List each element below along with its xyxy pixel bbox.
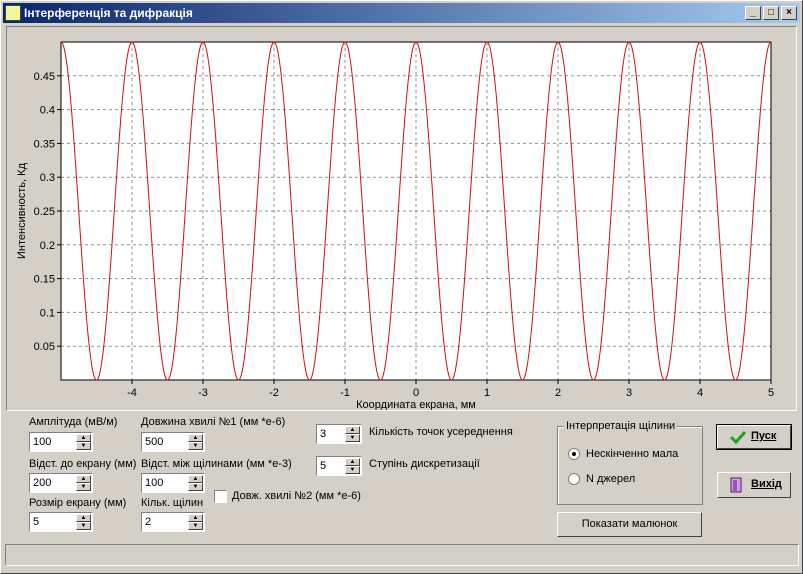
y-tick-label: 0.05 <box>34 341 55 353</box>
spin-down-icon[interactable]: ▼ <box>188 442 203 450</box>
y-tick-label: 0.3 <box>40 172 55 184</box>
exit-label: Вихід <box>751 478 782 490</box>
close-button[interactable]: × <box>781 6 797 20</box>
slit-group-title: Інтерпретація щілини <box>564 420 678 432</box>
spin-up-icon[interactable]: ▲ <box>188 475 203 483</box>
slit-count-label: Кільк. щілин <box>141 497 204 509</box>
slit-count-spinner[interactable]: 2 ▲ ▼ <box>141 512 205 532</box>
wavelength2-label: Довж. хвилі №2 (мм *е-6) <box>232 490 361 502</box>
spin-up-icon[interactable]: ▲ <box>345 426 360 434</box>
slit-distance-value: 100 <box>145 477 164 489</box>
x-tick-label: 0 <box>413 387 419 399</box>
x-tick-label: 3 <box>626 387 632 399</box>
minimize-button[interactable]: _ <box>745 6 761 20</box>
spin-down-icon[interactable]: ▼ <box>76 442 91 450</box>
x-tick-label: 2 <box>555 387 561 399</box>
slit-distance-spinner[interactable]: 100 ▲ ▼ <box>141 473 205 493</box>
amplitude-label: Амплітуда (мВ/м) <box>29 416 118 428</box>
app-icon <box>5 5 21 21</box>
y-axis-label: Интенсивность, Кд <box>16 162 28 259</box>
amplitude-value: 100 <box>33 436 52 448</box>
spin-down-icon[interactable]: ▼ <box>76 522 91 530</box>
x-tick-label: -3 <box>198 387 208 399</box>
wavelength2-checkbox[interactable] <box>214 490 227 503</box>
spin-up-icon[interactable]: ▲ <box>76 514 91 522</box>
window-title: Інтерференція та дифракція <box>24 6 193 20</box>
slit-interpretation-group: Інтерпретація щілини Нескінченно мала N … <box>557 420 703 505</box>
show-picture-button[interactable]: Показати малюнок <box>557 512 702 537</box>
y-tick-label: 0.35 <box>34 138 55 150</box>
wavelength1-label: Довжина хвилі №1 (мм *е-6) <box>141 416 286 428</box>
radio-n-sources[interactable] <box>568 473 580 485</box>
title-bar[interactable]: Інтерференція та дифракція _ □ × <box>3 3 800 23</box>
main-window: Інтерференція та дифракція _ □ × 0.05 0.1… <box>0 0 803 574</box>
distance-screen-label: Відст. до екрану (мм) <box>29 458 137 470</box>
discretization-label: Ступінь дискретизації <box>369 458 480 470</box>
spin-up-icon[interactable]: ▲ <box>188 514 203 522</box>
y-tick-label: 0.15 <box>34 274 55 286</box>
amplitude-spinner[interactable]: 100 ▲ ▼ <box>29 432 93 452</box>
checkmark-icon <box>730 430 746 444</box>
y-tick-label: 0.45 <box>34 71 55 83</box>
distance-screen-spinner[interactable]: 200 ▲ ▼ <box>29 473 93 493</box>
screen-size-spinner[interactable]: 5 ▲ ▼ <box>29 512 93 532</box>
slit-count-value: 2 <box>145 516 152 528</box>
spin-up-icon[interactable]: ▲ <box>76 475 91 483</box>
screen-size-value: 5 <box>33 516 40 528</box>
radio-infinitely-small-label: Нескінченно мала <box>586 448 679 460</box>
screen-size-label: Розмір екрану (мм) <box>29 497 127 509</box>
slit-distance-label: Відст. між щілинами (мм *е-3) <box>141 458 292 470</box>
y-tick-label: 0.4 <box>40 105 55 117</box>
chart-panel: 0.05 0.1 0.15 0.2 0.25 0.3 0.35 0.4 0.45 -4 -3 -2 -1… <box>6 26 797 411</box>
x-tick-label: -4 <box>127 387 137 399</box>
status-bar <box>5 544 799 566</box>
distance-screen-value: 200 <box>33 477 52 489</box>
exit-button[interactable]: Вихід <box>717 472 791 498</box>
avg-points-value: 3 <box>320 428 327 440</box>
spin-up-icon[interactable]: ▲ <box>188 434 203 442</box>
y-tick-label: 0.25 <box>34 206 55 218</box>
x-axis-label: Координата екрана, мм <box>356 399 476 410</box>
intensity-chart: 0.05 0.1 0.15 0.2 0.25 0.3 0.35 0.4 0.45 -4 -3 -2 -1… <box>16 41 774 411</box>
spin-down-icon[interactable]: ▼ <box>345 434 360 442</box>
x-tick-label: 5 <box>768 387 774 399</box>
spin-up-icon[interactable]: ▲ <box>76 434 91 442</box>
door-exit-icon <box>730 477 742 493</box>
radio-n-sources-label: N джерел <box>586 473 636 485</box>
spin-down-icon[interactable]: ▼ <box>188 522 203 530</box>
wavelength1-spinner[interactable]: 500 ▲ ▼ <box>141 432 205 452</box>
maximize-button[interactable]: □ <box>763 6 779 20</box>
y-tick-label: 0.1 <box>40 307 55 319</box>
x-tick-label: 1 <box>484 387 490 399</box>
discretization-spinner[interactable]: 5 ▲ ▼ <box>316 456 362 476</box>
radio-selected-dot <box>572 452 576 456</box>
x-tick-label: -2 <box>269 387 279 399</box>
show-picture-label: Показати малюнок <box>581 518 678 530</box>
avg-points-label: Кількість точок усереднення <box>369 426 513 438</box>
wavelength1-value: 500 <box>145 436 164 448</box>
x-tick-label: -1 <box>340 387 350 399</box>
start-label: Пуск <box>751 430 777 442</box>
discretization-value: 5 <box>320 460 327 472</box>
spin-up-icon[interactable]: ▲ <box>345 458 360 466</box>
y-tick-label: 0.2 <box>40 240 55 252</box>
spin-down-icon[interactable]: ▼ <box>345 466 360 474</box>
spin-down-icon[interactable]: ▼ <box>188 483 203 491</box>
spin-down-icon[interactable]: ▼ <box>76 483 91 491</box>
avg-points-spinner[interactable]: 3 ▲ ▼ <box>316 424 362 444</box>
radio-infinitely-small[interactable] <box>568 448 580 460</box>
x-tick-label: 4 <box>697 387 703 399</box>
start-button[interactable]: Пуск <box>716 424 792 450</box>
